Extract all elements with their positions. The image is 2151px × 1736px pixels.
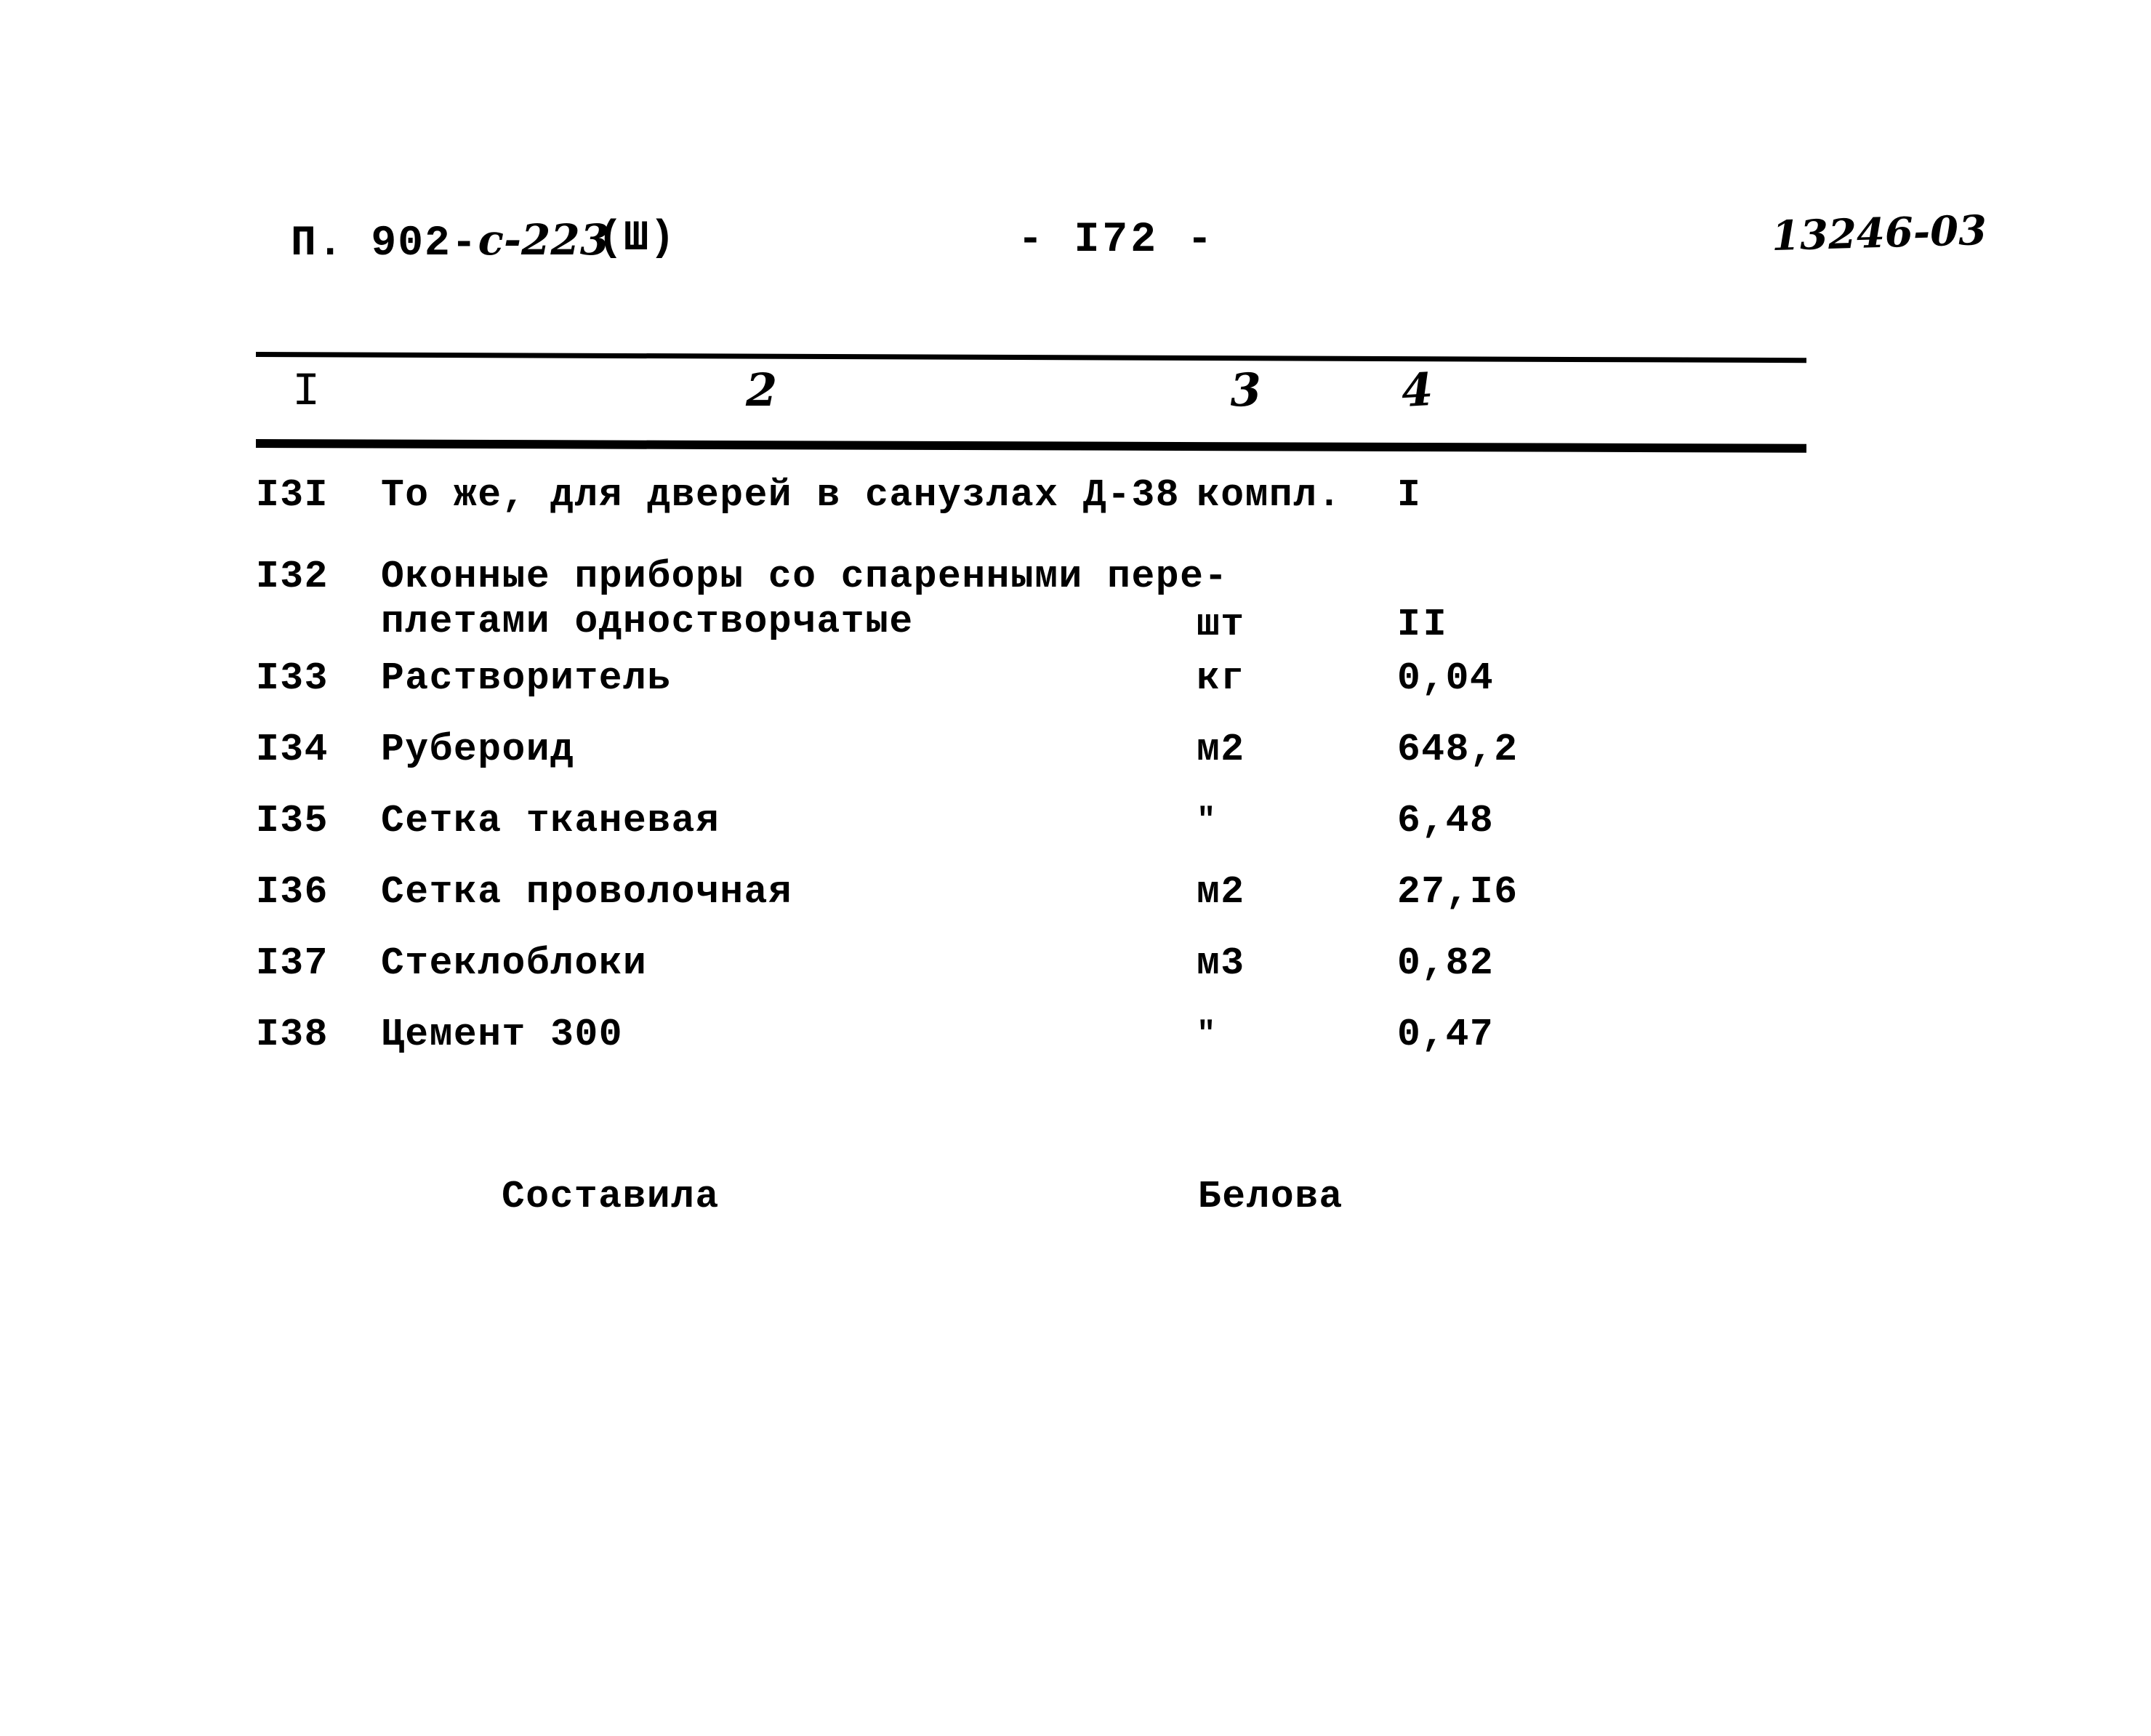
- row-quantity: 27,I6: [1397, 870, 1519, 914]
- document-code-prefix: П. 902-: [291, 220, 478, 268]
- page-header: П. 902-с-223 (Ш) - I72 - 13246-03: [0, 206, 2151, 285]
- row-unit: кг: [1197, 656, 1245, 700]
- column-header-2: 2: [746, 363, 778, 417]
- row-quantity: 6,48: [1397, 799, 1495, 843]
- row-number: I37: [256, 941, 329, 985]
- row-unit-ditto-mark: ": [1197, 1016, 1216, 1053]
- document-section-marker: (Ш): [598, 215, 676, 262]
- signature-block: Составила Белова: [0, 1175, 2151, 1233]
- row-quantity: I: [1397, 473, 1423, 517]
- document-code-handwritten: с-223: [478, 215, 610, 265]
- row-unit: м2: [1197, 870, 1245, 914]
- table-body: I3I То же, для дверей в санузлах Д-38 ко…: [0, 473, 2151, 1083]
- document-code: П. 902-с-223: [291, 215, 609, 268]
- row-number: I36: [256, 870, 329, 914]
- row-description-line-1: Оконные приборы со спаренными пере-: [381, 555, 1229, 598]
- row-number: I3I: [256, 473, 329, 517]
- row-number: I38: [256, 1013, 329, 1056]
- row-number: I32: [256, 555, 329, 598]
- page-number: - I72 -: [1018, 217, 1215, 264]
- row-unit: шт: [1197, 603, 1245, 646]
- table-row: I34 Рубероид м2 648,2: [0, 727, 2151, 798]
- row-description: Сетка тканевая: [381, 799, 720, 843]
- row-unit: компл.: [1197, 473, 1342, 517]
- table-row: I35 Сетка тканевая " 6,48: [0, 798, 2151, 869]
- row-quantity: 0,04: [1397, 656, 1495, 700]
- column-header-1: I: [292, 366, 321, 419]
- table-row: I37 Стеклоблоки м3 0,82: [0, 941, 2151, 1012]
- table-row: I33 Растворитель кг 0,04: [0, 656, 2151, 727]
- column-header-3: 3: [1229, 363, 1263, 417]
- row-description: Стеклоблоки: [381, 941, 648, 985]
- row-quantity: II: [1397, 603, 1450, 646]
- row-description-line-2: плетами одностворчатые: [381, 600, 914, 643]
- row-description: Цемент 300: [381, 1013, 624, 1056]
- table-row: I36 Сетка проволочная м2 27,I6: [0, 869, 2151, 941]
- archive-stamp-code: 13246-03: [1771, 206, 1987, 261]
- row-description: Растворитель: [381, 656, 672, 700]
- row-number: I35: [256, 799, 329, 843]
- scanned-document-page: П. 902-с-223 (Ш) - I72 - 13246-03 I 2 3 …: [0, 0, 2151, 1736]
- table-header-bottom-rule: [255, 439, 1807, 453]
- table-top-rule: [255, 352, 1806, 363]
- row-description: То же, для дверей в санузлах Д-38: [381, 473, 1181, 517]
- row-number: I33: [256, 656, 329, 700]
- row-unit: м3: [1197, 941, 1245, 985]
- row-unit: м2: [1197, 728, 1245, 771]
- signature-person-name: Белова: [1198, 1175, 1343, 1218]
- table-row: I32 Оконные приборы со спаренными пере-п…: [0, 554, 2151, 656]
- table-row: I38 Цемент 300 " 0,47: [0, 1012, 2151, 1083]
- row-unit-ditto-mark: ": [1197, 803, 1216, 839]
- row-description: Оконные приборы со спаренными пере-плета…: [381, 554, 1229, 644]
- row-description: Сетка проволочная: [381, 870, 793, 914]
- table-row: I3I То же, для дверей в санузлах Д-38 ко…: [0, 473, 2151, 554]
- row-number: I34: [256, 728, 329, 771]
- row-quantity: 0,47: [1397, 1013, 1495, 1056]
- row-description: Рубероид: [381, 728, 575, 771]
- row-quantity: 0,82: [1397, 941, 1495, 985]
- signature-role-label: Составила: [502, 1175, 720, 1218]
- row-quantity: 648,2: [1397, 728, 1519, 771]
- column-header-4: 4: [1400, 362, 1434, 418]
